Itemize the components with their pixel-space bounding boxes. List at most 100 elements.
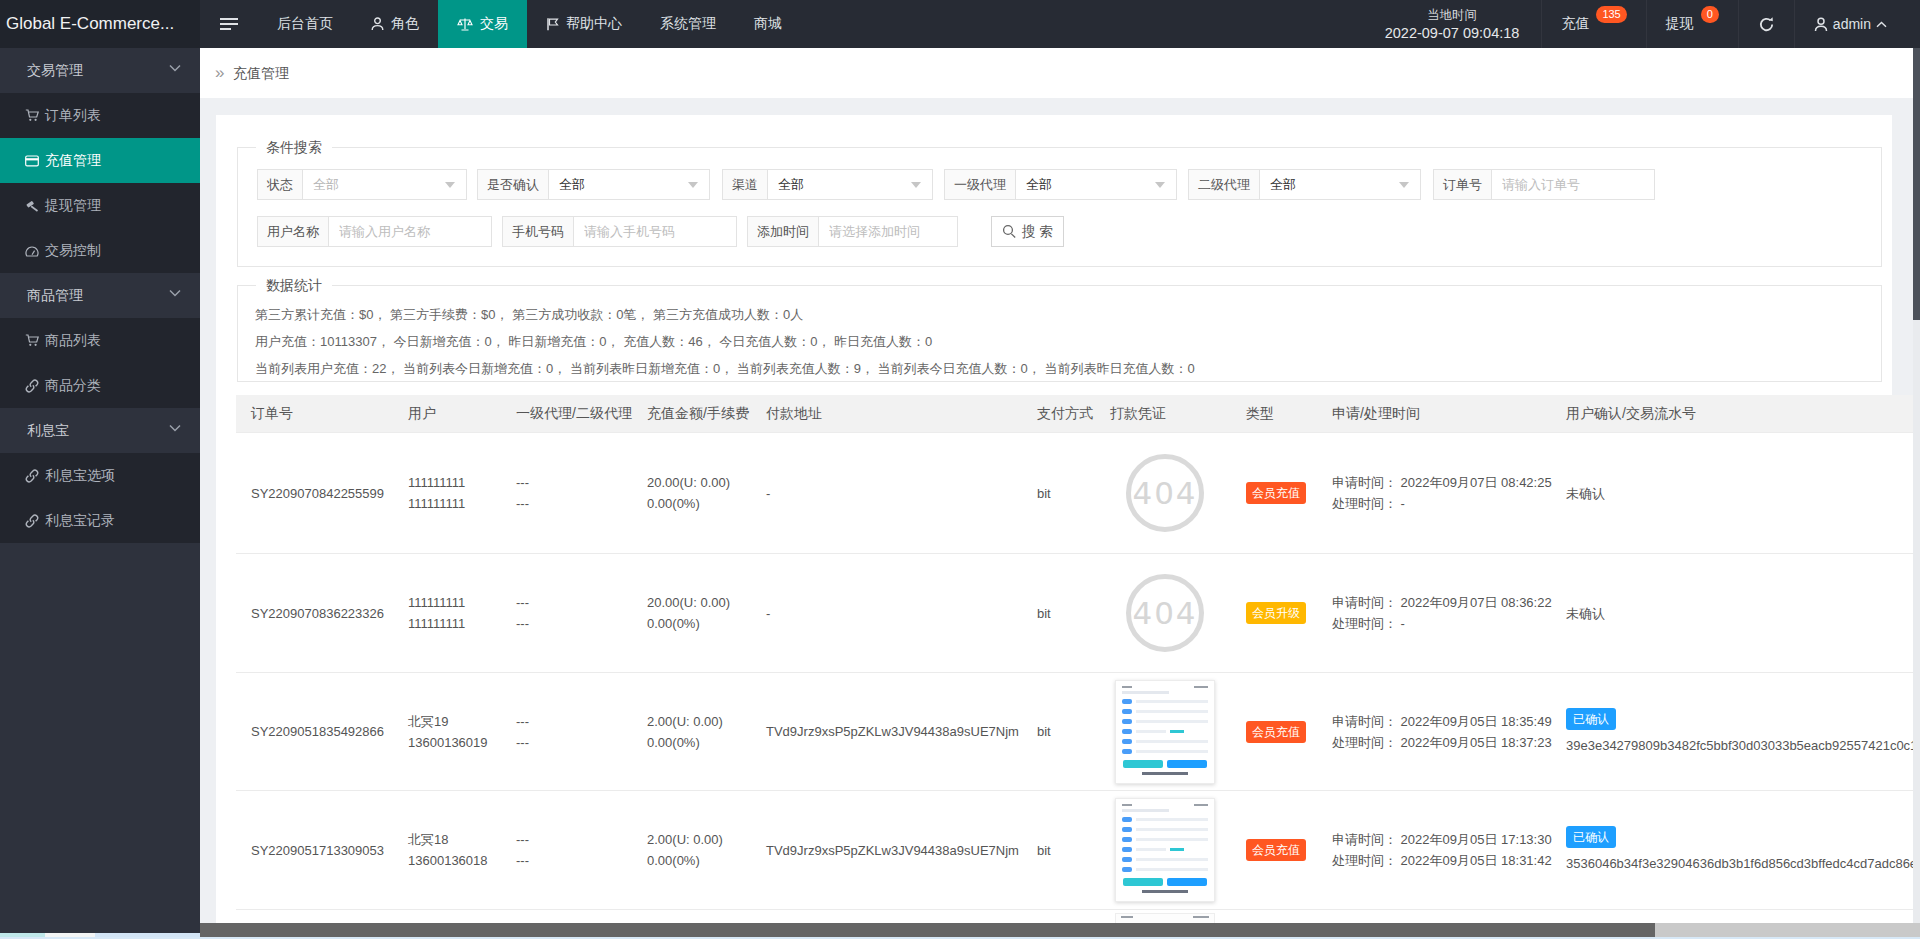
nav-item-roles[interactable]: 角色 <box>352 0 438 48</box>
process-time: 处理时间： 2022年09月05日 18:37:23 <box>1332 732 1552 753</box>
collapse-menu-button[interactable] <box>200 0 258 48</box>
recharge-amount: 20.00(U: 0.00) <box>647 472 730 493</box>
card-icon <box>25 155 39 167</box>
select-agent-level2[interactable]: 二级代理全部 <box>1188 169 1421 200</box>
sidebar-group-lixibao[interactable]: 利息宝 <box>0 408 200 453</box>
sidebar-group-goods-manage[interactable]: 商品管理 <box>0 273 200 318</box>
agent-level2-value: --- <box>516 493 529 514</box>
order-number: SY2209051713309053 <box>251 791 384 909</box>
sidebar-item-trade-control[interactable]: 交易控制 <box>0 228 200 273</box>
payment-address: - <box>766 554 770 672</box>
agent-level2-value: --- <box>516 613 529 634</box>
table-header: 订单号用户一级代理/二级代理充值金额/手续费付款地址支付方式打款凭证类型申请/处… <box>236 395 1913 433</box>
table-row: SY2209070842255599111111111111111111----… <box>236 433 1913 554</box>
sidebar-item-recharge-manage[interactable]: 充值管理 <box>0 138 200 183</box>
nav-item-trade[interactable]: 交易 <box>438 0 527 48</box>
search-button[interactable]: 搜 索 <box>991 216 1064 247</box>
withdraw-badge: 0 <box>1701 6 1719 23</box>
nav-item-label: 交易 <box>480 15 508 33</box>
voucher-thumbnail[interactable] <box>1115 798 1215 902</box>
username-input[interactable] <box>329 217 491 246</box>
apply-time: 申请时间： 2022年09月07日 08:42:25 <box>1332 472 1552 493</box>
nav-item-system[interactable]: 系统管理 <box>641 0 735 48</box>
add-time-input[interactable] <box>819 217 957 246</box>
sidebar-item-label: 交易控制 <box>45 242 101 260</box>
person-icon <box>371 17 384 31</box>
column-header-order: 订单号 <box>251 395 293 433</box>
order-no-input[interactable] <box>1492 170 1654 199</box>
recharge-amount: 2.00(U: 0.00) <box>647 829 723 850</box>
column-header-address: 付款地址 <box>766 395 822 433</box>
nav-item-home[interactable]: 后台首页 <box>258 0 352 48</box>
voucher-404-placeholder: 404 <box>1126 454 1204 532</box>
column-header-voucher: 打款凭证 <box>1110 395 1166 433</box>
vertical-scrollbar[interactable] <box>1913 48 1920 939</box>
agents-cell: ------ <box>516 433 529 553</box>
horizontal-scrollbar-thumb[interactable] <box>200 923 1655 937</box>
nav-item-help[interactable]: 帮助中心 <box>527 0 641 48</box>
select-label: 一级代理 <box>945 170 1016 199</box>
sidebar-item-withdraw-manage[interactable]: 提现管理 <box>0 183 200 228</box>
chevron-down-icon <box>688 182 698 188</box>
sidebar-item-goods-category[interactable]: 商品分类 <box>0 363 200 408</box>
column-header-time: 申请/处理时间 <box>1332 395 1420 433</box>
top-navbar: Global E-Commerce... 后台首页角色交易帮助中心系统管理商城 … <box>0 0 1920 48</box>
chevron-down-icon <box>1399 182 1409 188</box>
user-phone: 111111111 <box>408 493 465 514</box>
recharge-nav-label: 充值 <box>1561 15 1589 33</box>
chevron-down-icon <box>911 182 921 188</box>
select-confirmed[interactable]: 是否确认全部 <box>477 169 710 200</box>
select-agent-level1[interactable]: 一级代理全部 <box>944 169 1177 200</box>
type-badge: 会员充值 <box>1246 721 1306 743</box>
sidebar-item-lixibao-options[interactable]: 利息宝选项 <box>0 453 200 498</box>
column-header-amount: 充值金额/手续费 <box>647 395 749 433</box>
sidebar-item-lixibao-records[interactable]: 利息宝记录 <box>0 498 200 543</box>
confirm-badge: 已确认 <box>1566 708 1616 730</box>
input-label: 手机号码 <box>503 217 574 246</box>
sidebar-group-label: 利息宝 <box>27 422 69 440</box>
vertical-scrollbar-thumb[interactable] <box>1913 48 1920 320</box>
refresh-button[interactable] <box>1738 0 1794 48</box>
sidebar-group-trade-manage[interactable]: 交易管理 <box>0 48 200 93</box>
stats-line-2: 用户充值：10113307， 今日新增充值：0， 昨日新增充值：0， 充值人数：… <box>255 333 932 350</box>
stats-line-1: 第三方累计充值：$0， 第三方手续费：$0， 第三方成功收款：0笔， 第三方充值… <box>255 306 803 323</box>
sidebar-item-goods-list[interactable]: 商品列表 <box>0 318 200 363</box>
column-header-agents: 一级代理/二级代理 <box>516 395 632 433</box>
refresh-icon <box>1758 16 1775 33</box>
confirm-cell: 已确认3536046b34f3e32904636db3b1f6d856cd3bf… <box>1566 791 1913 909</box>
user-phone: 13600136019 <box>408 732 488 753</box>
user-name: 111111111 <box>408 592 465 613</box>
input-label: 订单号 <box>1434 170 1492 199</box>
recharge-nav-button[interactable]: 充值135 <box>1541 0 1645 48</box>
horizontal-scrollbar[interactable] <box>200 923 1920 937</box>
user-menu[interactable]: admin <box>1794 0 1906 48</box>
column-header-method: 支付方式 <box>1037 395 1093 433</box>
select-value: 全部 <box>303 170 466 199</box>
amount-cell: 20.00(U: 0.00)0.00(0%) <box>647 554 730 672</box>
type-cell: 会员充值 <box>1246 673 1306 790</box>
agents-cell: ------ <box>516 791 529 909</box>
confirm-status: 未确认 <box>1566 483 1605 504</box>
select-channel[interactable]: 渠道全部 <box>722 169 933 200</box>
sidebar-item-order-list[interactable]: 订单列表 <box>0 93 200 138</box>
page-title: 充值管理 <box>233 48 289 98</box>
voucher-thumbnail[interactable] <box>1115 680 1215 784</box>
user-phone: 111111111 <box>408 613 465 634</box>
username: admin <box>1833 16 1871 32</box>
type-badge: 会员充值 <box>1246 482 1306 504</box>
select-status[interactable]: 状态全部 <box>257 169 467 200</box>
time-cell: 申请时间： 2022年09月07日 08:42:25处理时间： - <box>1332 433 1552 553</box>
nav-item-label: 帮助中心 <box>566 15 622 33</box>
agent-level1-value: --- <box>516 711 529 732</box>
stats-fieldset-legend: 数据统计 <box>256 277 332 294</box>
nav-item-mall[interactable]: 商城 <box>735 0 801 48</box>
amount-cell: 2.00(U: 0.00)0.00(0%) <box>647 673 723 790</box>
column-header-user: 用户 <box>408 395 436 433</box>
withdraw-nav-button[interactable]: 提现0 <box>1646 0 1738 48</box>
link-icon <box>25 379 39 393</box>
user-icon <box>1814 17 1828 32</box>
sidebar: 交易管理订单列表充值管理提现管理交易控制商品管理商品列表商品分类利息宝利息宝选项… <box>0 48 200 933</box>
phone-input[interactable] <box>574 217 736 246</box>
order-number: SY2209051835492866 <box>251 673 384 790</box>
nav-item-label: 后台首页 <box>277 15 333 33</box>
